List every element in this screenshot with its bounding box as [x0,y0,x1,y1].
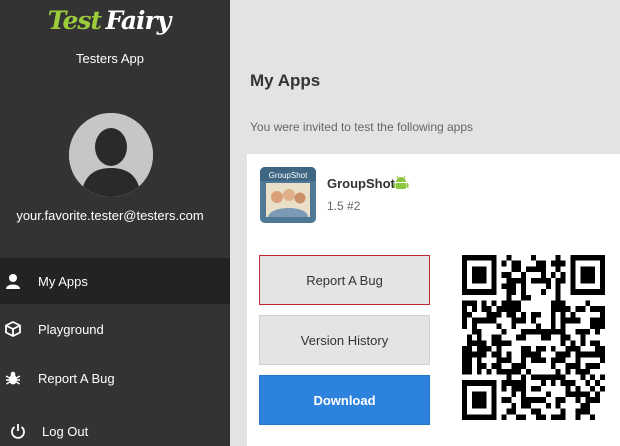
page-title: My Apps [250,71,321,90]
report-bug-button[interactable]: Report A Bug [259,255,430,305]
main-content: My Apps You were invited to test the fol… [230,0,620,446]
logo-text-fairy: Fairy [105,6,171,35]
avatar-silhouette-icon [69,113,153,197]
nav-item-log-out[interactable]: Log Out [0,408,230,446]
app-subtitle: Testers App [76,51,144,66]
power-icon [9,422,27,440]
app-version: 1.5 #2 [327,199,361,213]
qr-code [462,255,605,420]
version-history-button[interactable]: Version History [259,315,430,365]
app-thumb-label: GroupShot [269,171,308,180]
android-icon [393,175,409,196]
testfairy-logo: Test Fairy [0,6,218,35]
sidebar: Test Fairy Testers App your.favorite.tes… [0,0,230,446]
download-button[interactable]: Download [259,375,430,425]
nav-item-report-bug[interactable]: Report A Bug [0,355,230,401]
cube-icon [4,320,22,338]
user-email: your.favorite.tester@testers.com [16,208,204,223]
nav-label-report-bug: Report A Bug [38,370,115,386]
avatar [69,113,153,197]
nav-item-playground[interactable]: Playground [0,306,230,352]
app-thumbnail[interactable]: GroupShot [260,167,316,223]
bug-icon [4,369,22,387]
logo-text-test: Test [47,6,102,35]
app-name[interactable]: GroupShot [327,176,395,191]
nav-label-log-out: Log Out [42,423,89,439]
nav-item-my-apps[interactable]: My Apps [0,258,230,304]
user-icon [4,272,22,290]
page-subtitle: You were invited to test the following a… [250,120,474,134]
nav-label-my-apps: My Apps [38,273,88,289]
app-card: GroupShot GroupShot 1.5 #2 Report A Bug … [247,154,620,446]
nav-label-playground: Playground [38,321,104,337]
